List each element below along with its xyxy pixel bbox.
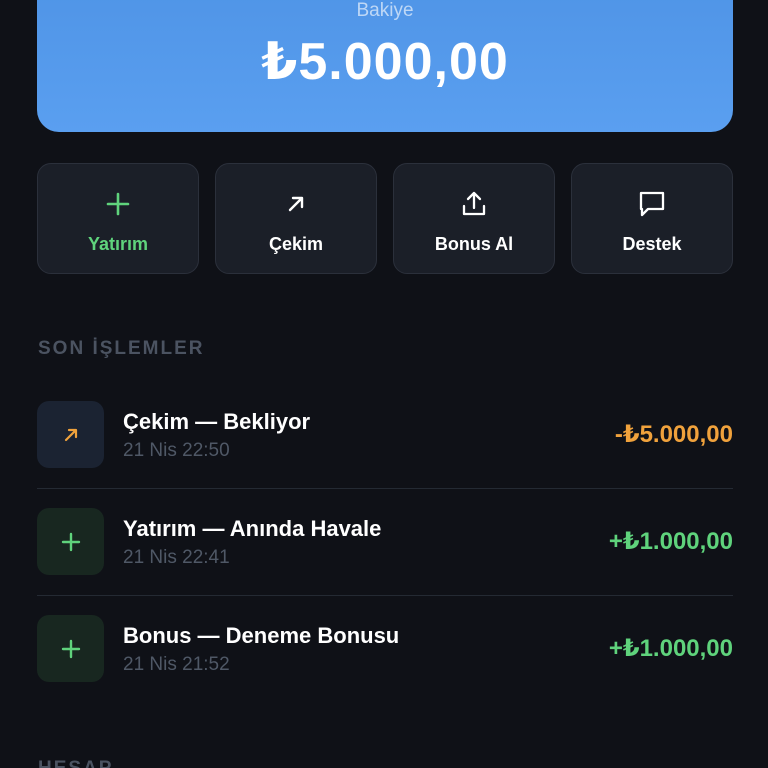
transaction-time: 21 Nis 22:50 (123, 440, 230, 461)
list-item[interactable]: Yatırım — Anında Havale 21 Nis 22:41 +₺1… (37, 489, 733, 596)
wallet-screen: Bakiye ₺5.000,00 Yatırım Çekim Bonus Al (0, 0, 768, 768)
transaction-title: Yatırım — Anında Havale (123, 516, 382, 541)
share-upload-icon (458, 188, 490, 220)
transaction-title: Çekim — Bekliyor (123, 409, 311, 434)
chat-bubble-icon (636, 188, 668, 220)
plus-icon (37, 508, 104, 575)
arrow-up-right-icon (37, 401, 104, 468)
support-label: Destek (622, 234, 682, 254)
balance-amount: ₺5.000,00 (261, 33, 509, 91)
transaction-amount: +₺1.000,00 (608, 528, 733, 555)
transaction-amount: +₺1.000,00 (608, 635, 733, 662)
recent-transactions-title: SON İŞLEMLER (38, 338, 205, 359)
deposit-button[interactable]: Yatırım (37, 163, 199, 274)
list-item[interactable]: Çekim — Bekliyor 21 Nis 22:50 -₺5.000,00 (37, 382, 733, 489)
quick-actions: Yatırım Çekim Bonus Al Destek (37, 163, 733, 276)
transaction-time: 21 Nis 22:41 (123, 547, 230, 568)
transaction-title: Bonus — Deneme Bonusu (123, 623, 400, 648)
transaction-time: 21 Nis 21:52 (123, 654, 230, 675)
account-section-title: HESAP (38, 758, 113, 768)
deposit-label: Yatırım (87, 234, 149, 254)
get-bonus-label: Bonus Al (434, 234, 514, 254)
plus-icon (102, 188, 134, 220)
arrow-up-right-icon (280, 188, 312, 220)
plus-icon (37, 615, 104, 682)
list-item[interactable]: Bonus — Deneme Bonusu 21 Nis 21:52 +₺1.0… (37, 596, 733, 703)
balance-card: Bakiye ₺5.000,00 (37, 0, 733, 132)
transaction-amount: -₺5.000,00 (614, 421, 733, 448)
get-bonus-button[interactable]: Bonus Al (393, 163, 555, 274)
withdraw-label: Çekim (268, 234, 324, 254)
withdraw-button[interactable]: Çekim (215, 163, 377, 274)
balance-label: Bakiye (356, 0, 414, 21)
transaction-list: Çekim — Bekliyor 21 Nis 22:50 -₺5.000,00… (37, 382, 733, 703)
support-button[interactable]: Destek (571, 163, 733, 274)
